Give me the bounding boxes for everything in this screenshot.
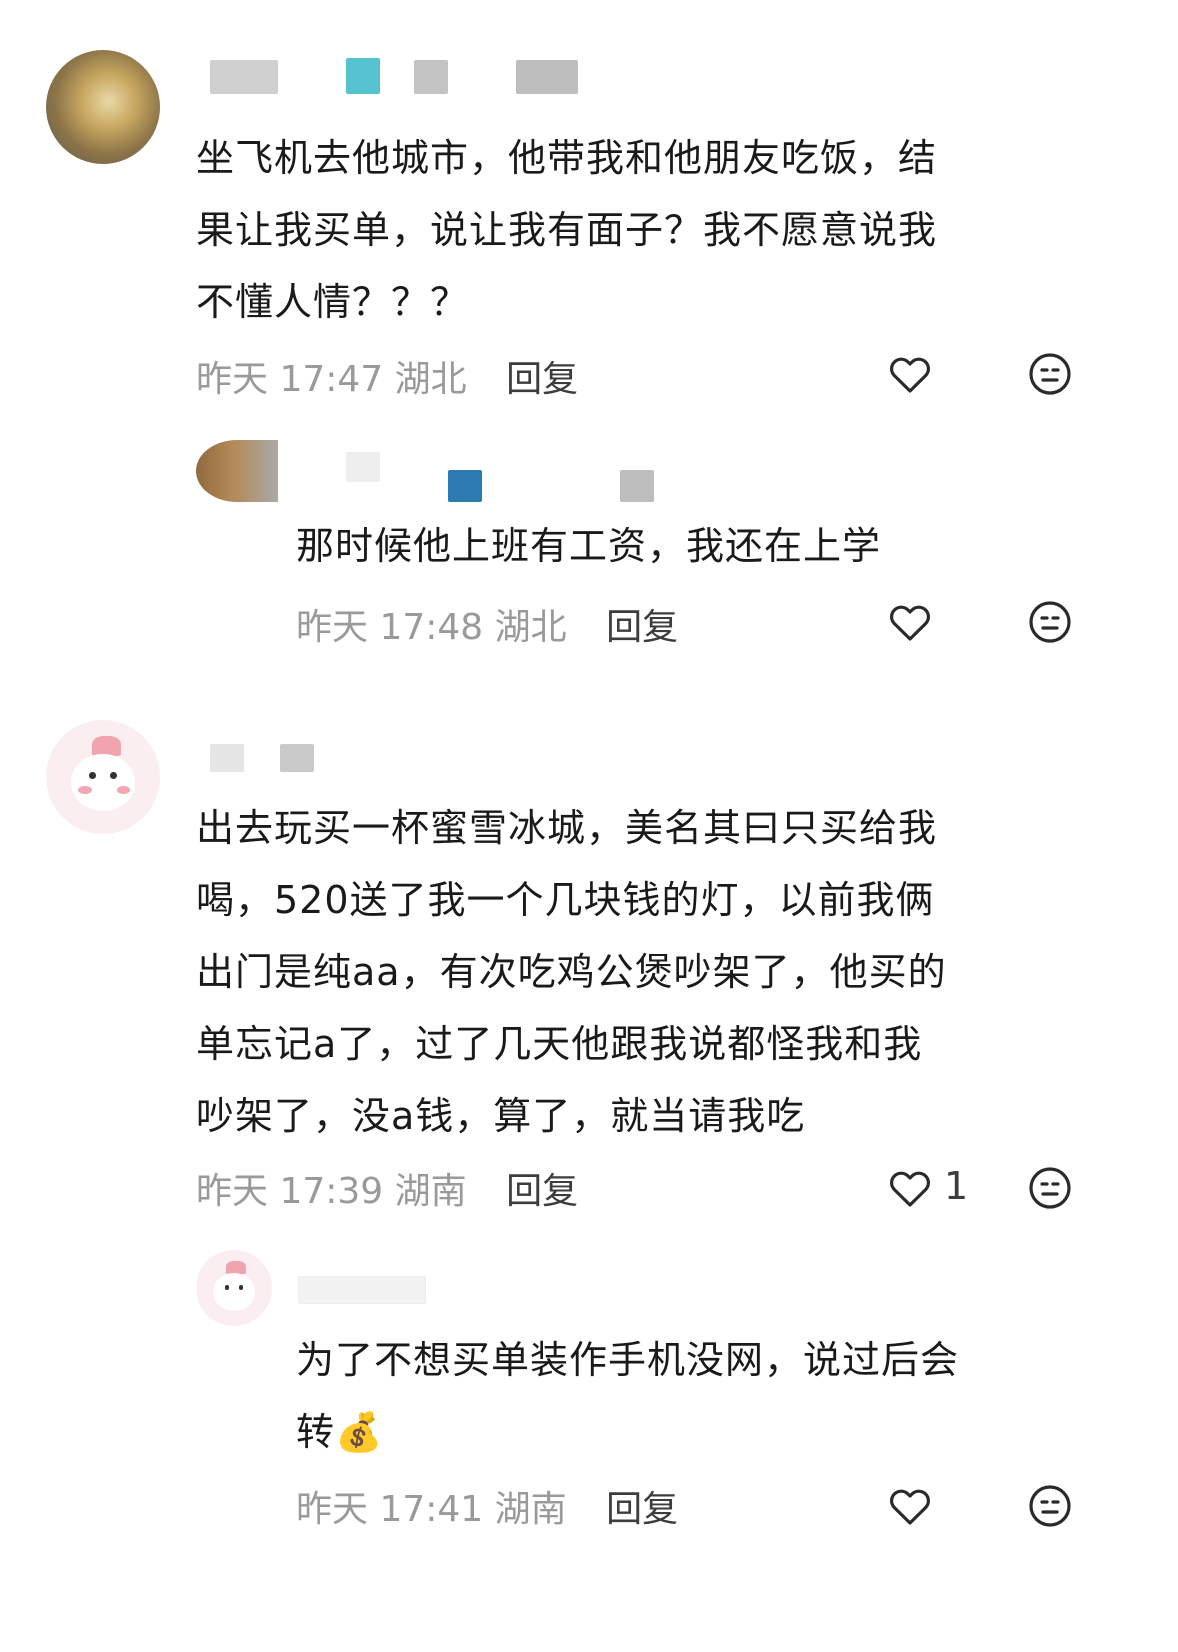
- comment-text: 坐飞机去他城市，他带我和他朋友吃饭，结 果让我买单，说让我有面子？我不愿意说我 …: [196, 136, 938, 324]
- comment-meta: 昨天 17:39 湖南 回复: [196, 1162, 578, 1214]
- reply-meta: 昨天 17:41 湖南 回复: [296, 1480, 678, 1532]
- avatar-face: [71, 754, 135, 812]
- username-redacted: [516, 60, 578, 94]
- username-redacted: [448, 470, 482, 502]
- reply-button[interactable]: 回复: [606, 607, 678, 648]
- like-count: 1: [944, 1164, 969, 1208]
- username-redacted: [280, 744, 314, 772]
- username-redacted: [414, 60, 448, 94]
- avatar[interactable]: [46, 50, 160, 164]
- username-redacted: [210, 744, 244, 772]
- heart-outline-icon[interactable]: [886, 1482, 934, 1530]
- comment-text: 出去玩买一杯蜜雪冰城，美名其曰只买给我 喝，520送了我一个几块钱的灯，以前我俩…: [196, 806, 947, 1138]
- comment-location: 湖南: [394, 1171, 467, 1212]
- comment-location: 湖北: [394, 359, 467, 400]
- neutral-face-icon[interactable]: [1026, 350, 1074, 398]
- username-redacted[interactable]: [210, 60, 278, 94]
- avatar-eye: [224, 1284, 230, 1290]
- username-redacted: [346, 452, 380, 482]
- neutral-face-icon[interactable]: [1026, 1164, 1074, 1212]
- reply-time: 昨天 17:48: [296, 607, 484, 648]
- avatar-face: [212, 1272, 256, 1311]
- avatar-eye: [238, 1284, 244, 1290]
- heart-outline-icon[interactable]: [886, 1164, 934, 1212]
- reply-time: 昨天 17:41: [296, 1489, 484, 1530]
- avatar[interactable]: [196, 440, 278, 502]
- heart-outline-icon[interactable]: [886, 598, 934, 646]
- username-redacted: [298, 1276, 426, 1304]
- neutral-face-icon[interactable]: [1026, 1482, 1074, 1530]
- reply-button[interactable]: 回复: [506, 1171, 578, 1212]
- reply-text: 那时候他上班有工资，我还在上学: [296, 524, 882, 568]
- avatar[interactable]: [196, 1250, 272, 1326]
- reply-location: 湖北: [494, 607, 567, 648]
- username-redacted: [346, 58, 380, 94]
- reply-meta: 昨天 17:48 湖北 回复: [296, 598, 678, 650]
- avatar[interactable]: [46, 720, 160, 834]
- reply-text: 为了不想买单装作手机没网，说过后会 转💰: [296, 1338, 960, 1454]
- avatar-blush: [77, 786, 92, 795]
- avatar-eye: [109, 772, 117, 780]
- username-redacted: [620, 470, 654, 502]
- reply-button[interactable]: 回复: [506, 359, 578, 400]
- comment-time: 昨天 17:47: [196, 359, 384, 400]
- neutral-face-icon[interactable]: [1026, 598, 1074, 646]
- comment-time: 昨天 17:39: [196, 1171, 384, 1212]
- heart-outline-icon[interactable]: [886, 350, 934, 398]
- reply-location: 湖南: [494, 1489, 567, 1530]
- reply-button[interactable]: 回复: [606, 1489, 678, 1530]
- comment-meta: 昨天 17:47 湖北 回复: [196, 350, 578, 402]
